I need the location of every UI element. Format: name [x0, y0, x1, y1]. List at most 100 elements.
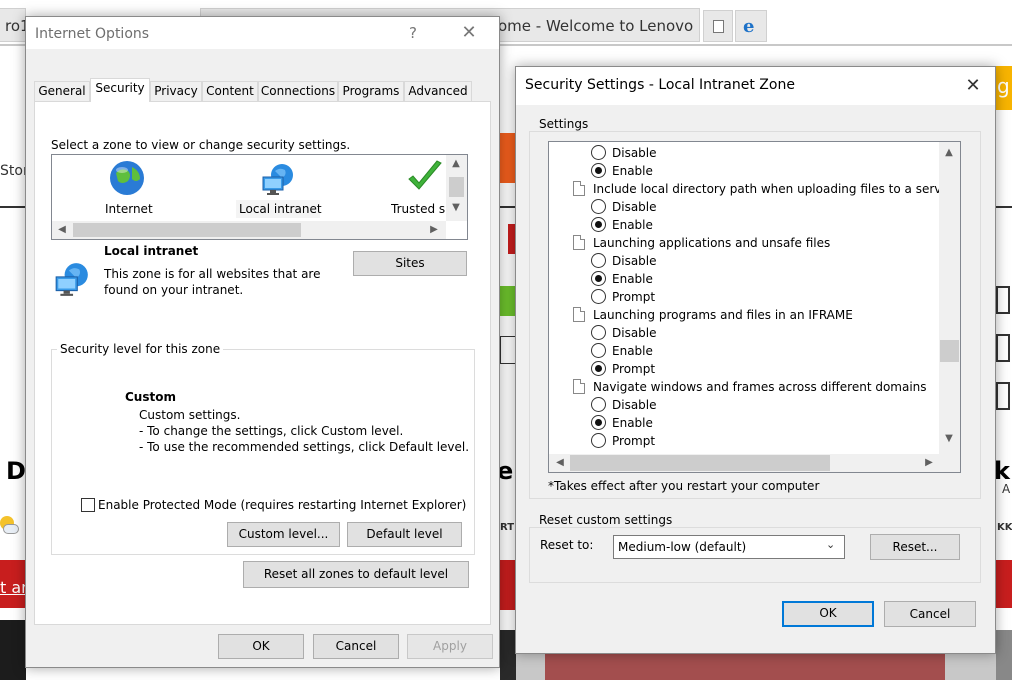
cancel-button[interactable]: Cancel [884, 601, 976, 627]
setting-header-row: Launching applications and unsafe files [549, 234, 937, 252]
setting-option-label[interactable]: Enable [612, 416, 653, 430]
setting-option-label[interactable]: Disable [612, 326, 657, 340]
page-text: RT [500, 522, 515, 533]
tab-privacy[interactable]: Privacy [150, 81, 202, 101]
scroll-right-icon[interactable]: ▶ [921, 456, 937, 470]
custom-level-button[interactable]: Custom level... [227, 522, 340, 547]
zone-prompt: Select a zone to view or change security… [51, 138, 351, 152]
setting-header-label: Include local directory path when upload… [593, 182, 954, 196]
setting-option-label[interactable]: Enable [612, 272, 653, 286]
scroll-up-icon[interactable]: ▲ [448, 157, 464, 171]
setting-option-label[interactable]: Enable [612, 164, 653, 178]
setting-option-row[interactable]: Disable [549, 396, 937, 414]
browser-tab[interactable]: ro15 [0, 8, 26, 42]
radio-selected[interactable] [591, 271, 606, 286]
default-level-button[interactable]: Default level [347, 522, 462, 547]
setting-option-row[interactable]: Enable [549, 342, 937, 360]
settings-tree[interactable]: Disable Enable Include local directory pat… [548, 141, 961, 473]
setting-option-row[interactable]: Enable [549, 162, 937, 180]
setting-option-label[interactable]: Prompt [612, 362, 655, 376]
tab-advanced[interactable]: Advanced [404, 81, 472, 101]
setting-option-row[interactable]: Disable [549, 252, 937, 270]
radio-selected[interactable] [591, 163, 606, 178]
cancel-button[interactable]: Cancel [313, 634, 399, 659]
setting-option-label[interactable]: Disable [612, 254, 657, 268]
scroll-thumb[interactable] [940, 340, 959, 362]
radio-selected[interactable] [591, 217, 606, 232]
setting-option-row[interactable]: Prompt [549, 432, 937, 450]
setting-option-row[interactable]: Disable [549, 198, 937, 216]
ok-button[interactable]: OK [218, 634, 304, 659]
protected-mode-label[interactable]: Enable Protected Mode (requires restarti… [98, 498, 466, 512]
scroll-up-icon[interactable]: ▲ [941, 146, 957, 160]
scroll-thumb[interactable] [449, 177, 464, 197]
radio-unselected[interactable] [591, 253, 606, 268]
radio-unselected[interactable] [591, 199, 606, 214]
setting-option-label[interactable]: Enable [612, 218, 653, 232]
reset-button[interactable]: Reset... [870, 534, 960, 560]
radio-unselected[interactable] [591, 145, 606, 160]
page-field [996, 382, 1010, 410]
help-button[interactable]: ? [390, 17, 436, 49]
tab-security[interactable]: Security [90, 78, 150, 102]
setting-option-label[interactable]: Prompt [612, 434, 655, 448]
close-button[interactable]: ✕ [950, 70, 996, 102]
setting-option-row[interactable]: Prompt [549, 360, 937, 378]
radio-unselected[interactable] [591, 397, 606, 412]
page-text: k [994, 457, 1010, 485]
zone-list[interactable]: Internet Local intranet Trusted s ▲ ▼ ◀ … [51, 154, 468, 240]
setting-option-row[interactable]: Disable [549, 324, 937, 342]
internet-zone-icon [108, 159, 146, 197]
document-icon [573, 181, 585, 196]
scroll-left-icon[interactable]: ◀ [552, 456, 568, 470]
ok-button[interactable]: OK [782, 601, 874, 627]
reset-to-select[interactable]: Medium-low (default) ⌄ [613, 535, 845, 559]
setting-option-label[interactable]: Enable [612, 344, 653, 358]
tab-content[interactable]: Content [202, 81, 258, 101]
reset-to-value: Medium-low (default) [618, 540, 747, 554]
radio-unselected[interactable] [591, 289, 606, 304]
settings-vscrollbar[interactable]: ▲ ▼ [939, 142, 960, 454]
setting-option-label[interactable]: Disable [612, 146, 657, 160]
setting-option-row[interactable]: Disable [549, 144, 937, 162]
security-level-group-label: Security level for this zone [57, 342, 224, 356]
setting-option-label[interactable]: Disable [612, 200, 657, 214]
new-tab-button[interactable] [703, 10, 733, 42]
apply-button[interactable]: Apply [407, 634, 493, 659]
tab-connections[interactable]: Connections [258, 81, 338, 101]
setting-option-row[interactable]: Enable [549, 270, 937, 288]
radio-unselected[interactable] [591, 433, 606, 448]
zone-list-hscrollbar[interactable]: ◀ ▶ [52, 221, 446, 239]
scroll-right-icon[interactable]: ▶ [426, 223, 442, 237]
scroll-left-icon[interactable]: ◀ [54, 223, 70, 237]
reset-all-zones-button[interactable]: Reset all zones to default level [243, 561, 469, 588]
setting-option-row[interactable]: Prompt [549, 288, 937, 306]
edge-button[interactable]: e [735, 10, 767, 42]
setting-option-row[interactable]: Enable [549, 414, 937, 432]
document-icon [573, 379, 585, 394]
protected-mode-checkbox[interactable] [81, 498, 95, 512]
radio-selected[interactable] [591, 361, 606, 376]
radio-unselected[interactable] [591, 325, 606, 340]
radio-selected[interactable] [591, 415, 606, 430]
close-button[interactable]: ✕ [446, 17, 492, 49]
scroll-thumb[interactable] [570, 455, 830, 471]
zone-label-trusted-sites[interactable]: Trusted s [391, 202, 447, 216]
tab-general[interactable]: General [34, 81, 90, 101]
setting-option-row[interactable]: Enable [549, 216, 937, 234]
zone-label-local-intranet[interactable]: Local intranet [239, 202, 322, 216]
zone-list-vscrollbar[interactable]: ▲ ▼ [446, 155, 467, 221]
security-tab-panel: Select a zone to view or change security… [34, 101, 491, 625]
scroll-down-icon[interactable]: ▼ [448, 201, 464, 215]
setting-option-label[interactable]: Disable [612, 398, 657, 412]
zone-label-internet[interactable]: Internet [105, 202, 153, 216]
tab-programs[interactable]: Programs [338, 81, 404, 101]
page-text: KK [997, 522, 1012, 533]
sites-button[interactable]: Sites [353, 251, 467, 276]
scroll-down-icon[interactable]: ▼ [941, 432, 957, 446]
divider [500, 206, 516, 208]
setting-option-label[interactable]: Prompt [612, 290, 655, 304]
scroll-thumb[interactable] [73, 223, 301, 237]
radio-unselected[interactable] [591, 343, 606, 358]
settings-hscrollbar[interactable]: ◀ ▶ [549, 454, 960, 472]
